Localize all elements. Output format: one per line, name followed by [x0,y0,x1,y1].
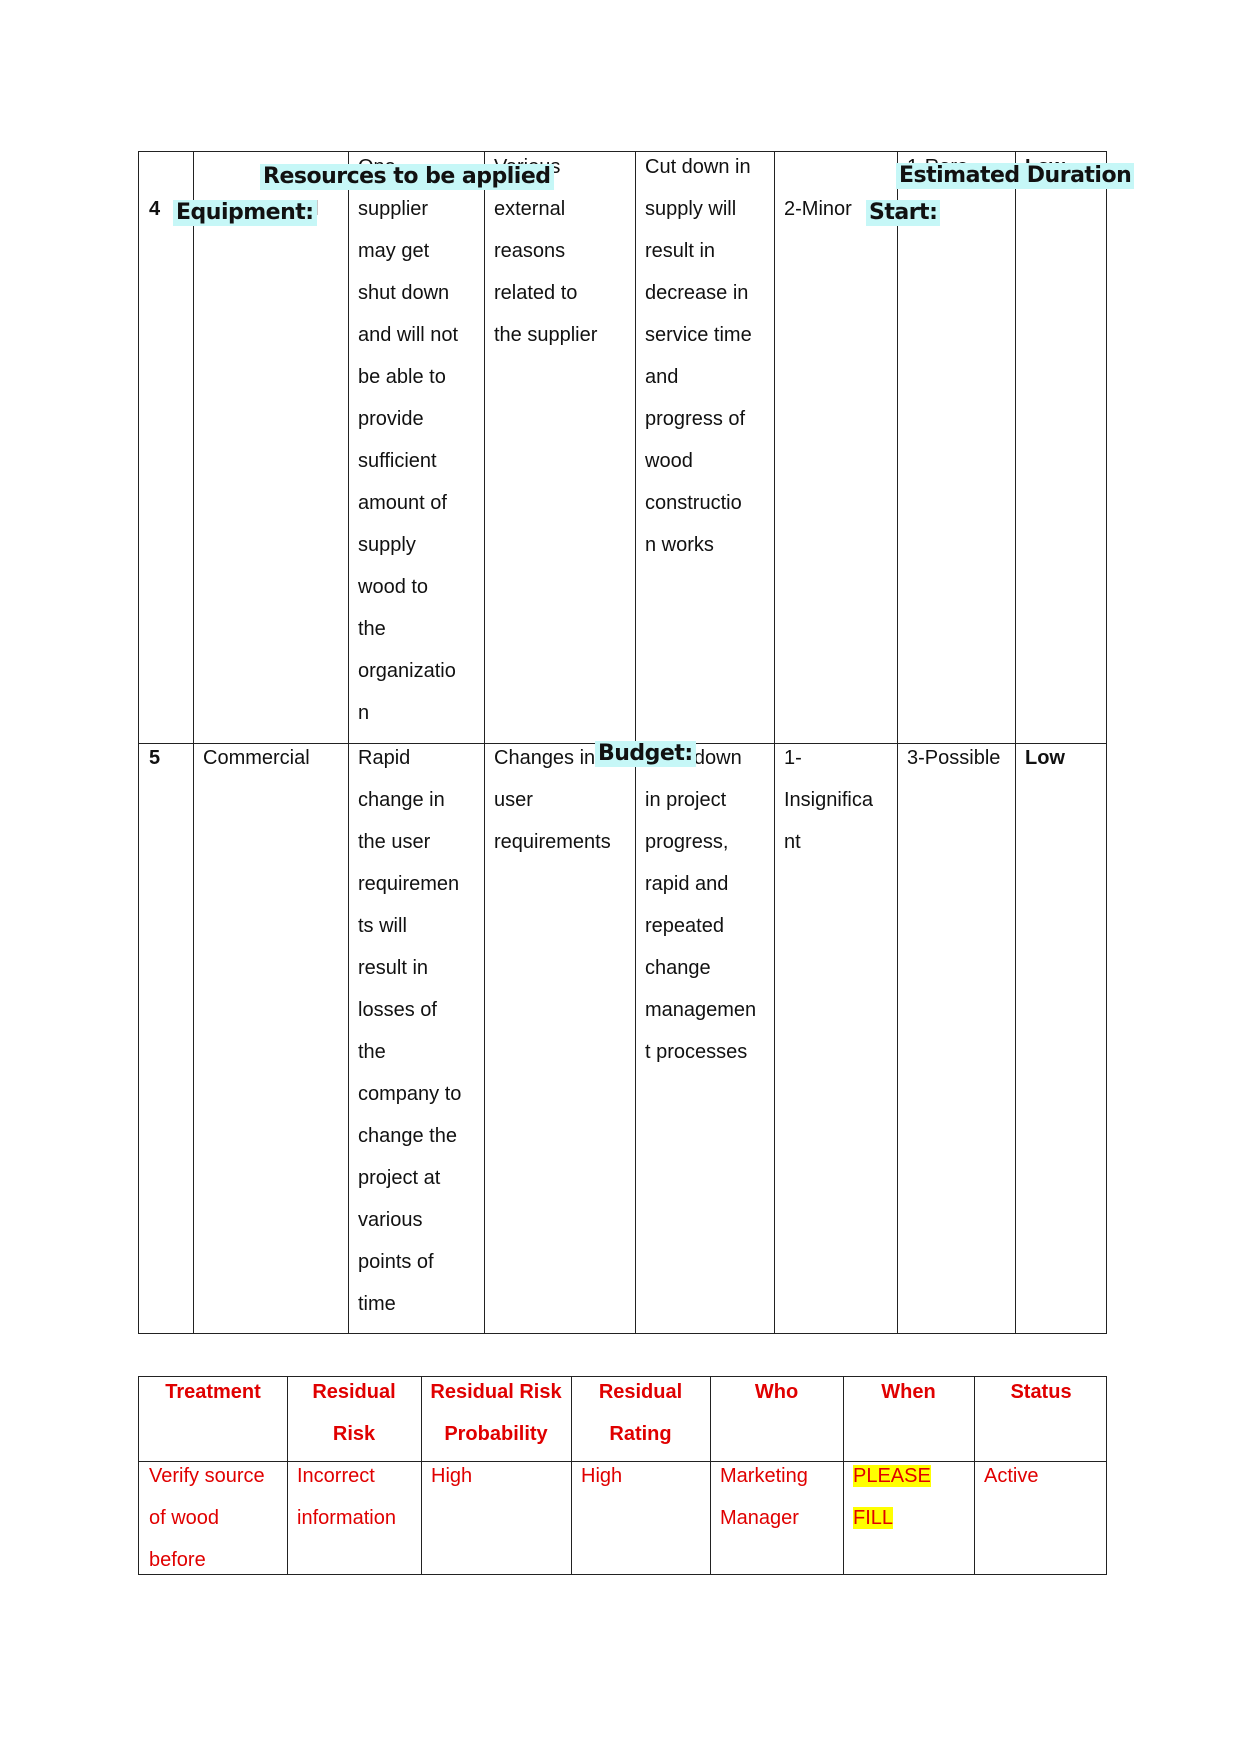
budget-label: Budget: [595,741,696,767]
risk-category: Commercial [203,747,310,769]
header-when: When [881,1381,936,1403]
equipment-label: Equipment: [173,200,317,226]
header-who: Who [754,1381,799,1403]
header-treatment: Treatment [165,1381,261,1403]
when-value: PLEASE FILL [853,1465,931,1529]
header-status: Status [1010,1381,1072,1403]
start-label: Start: [866,200,941,226]
residual-rating-value: High [581,1465,623,1487]
risk-impact: Slow down in project progress, rapid and… [645,747,757,1063]
header-residual-risk: Residual Risk [312,1381,396,1445]
risk-number: 5 [149,747,161,769]
risk-impact: Cut down in supply will result in decrea… [645,156,752,556]
risk-likelihood: 3-Possible [907,747,1001,769]
treatment-table: Treatment Residual Risk Residual Risk Pr… [138,1376,1107,1575]
risk-description: Rapid change in the user requiremen ts w… [358,747,462,1315]
status-value: Active [984,1465,1039,1487]
document-page: 4 al One supplier may get shut down and … [0,0,1241,1754]
residual-risk-value: Incorrect information [297,1465,396,1529]
risk-consequence: 1- Insignifica nt [784,747,873,853]
when-cell: PLEASE FILL [843,1455,974,1539]
residual-probability-value: High [431,1465,473,1487]
resources-label: Resources to be applied [260,164,554,190]
header-residual-risk-probability: Residual Risk Probability [430,1381,562,1445]
who-value: Marketing Manager [720,1465,808,1529]
risk-description: One supplier may get shut down and will … [358,156,459,724]
treatment-value: Verify source of wood before [149,1465,265,1571]
risk-rating: Low [1025,747,1065,769]
header-residual-rating: Residual Rating [598,1381,683,1445]
estimated-duration-label: Estimated Duration [896,163,1135,189]
